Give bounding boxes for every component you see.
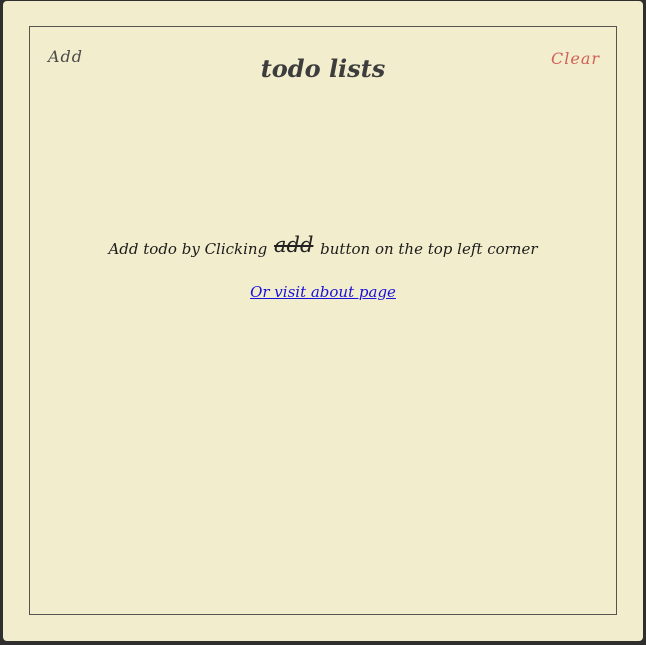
todo-frame: Add todo lists Clear Add todo by Clickin…: [29, 26, 617, 615]
hint-prefix: Add todo by Clicking: [108, 240, 268, 258]
empty-hint: Add todo by Clicking add button on the t…: [30, 233, 616, 258]
hint-add-word: add: [273, 233, 314, 257]
clear-button[interactable]: Clear: [551, 49, 600, 68]
hint-suffix: button on the top left corner: [320, 240, 538, 258]
page-title: todo lists: [260, 54, 386, 83]
about-page-link[interactable]: Or visit about page: [250, 283, 396, 301]
about-link-row: Or visit about page: [30, 283, 616, 301]
app-card: Add todo lists Clear Add todo by Clickin…: [3, 1, 643, 641]
